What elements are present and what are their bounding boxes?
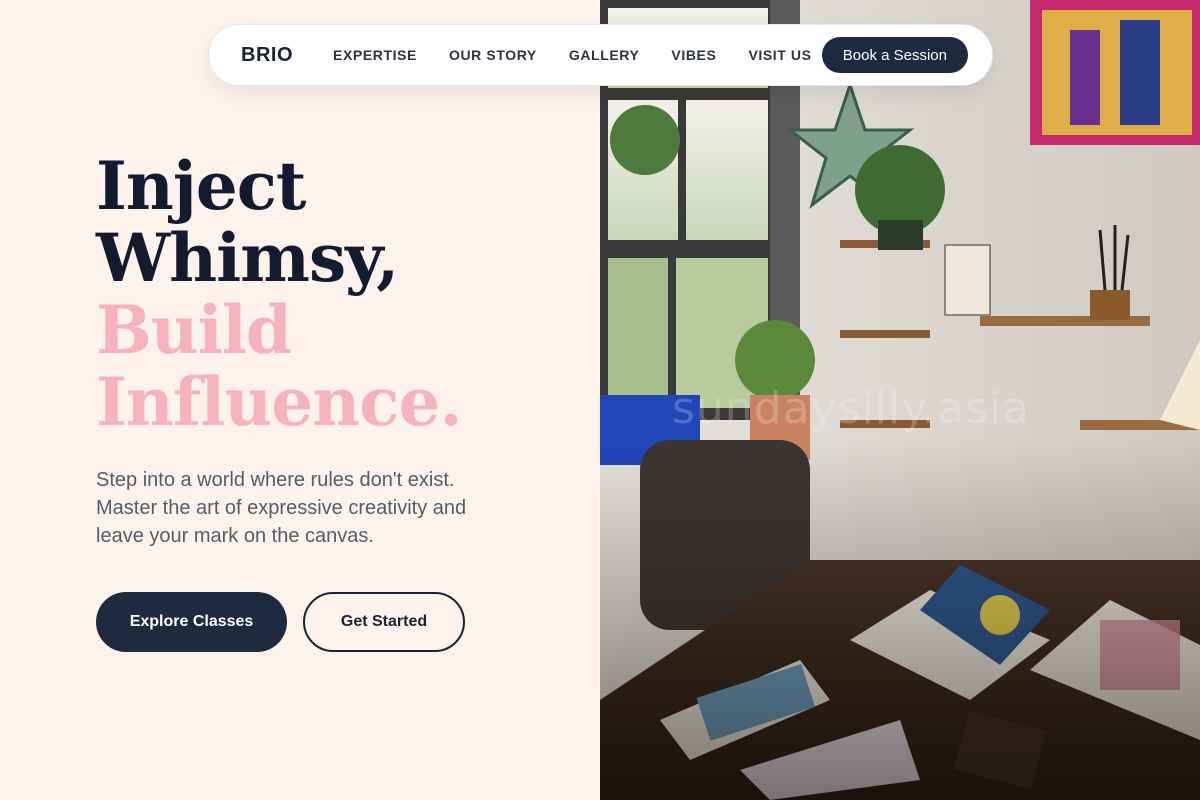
explore-classes-button[interactable]: Explore Classes [96,592,287,652]
nav-link-our-story[interactable]: OUR STORY [449,47,537,63]
nav-link-expertise[interactable]: EXPERTISE [333,47,417,63]
nav-link-visit-us[interactable]: VISIT US [748,47,811,63]
hero-actions: Explore Classes Get Started [96,592,576,652]
nav-link-gallery[interactable]: GALLERY [569,47,640,63]
nav-link-vibes[interactable]: VIBES [671,47,716,63]
headline-line-inject: Inject [96,147,306,225]
brand-logo[interactable]: BRIO [241,44,293,67]
hero-section: Inject Whimsy, Build Influence. Step int… [96,150,576,652]
headline-line-whimsy: Whimsy, [96,219,399,297]
book-session-button[interactable]: Book a Session [821,37,968,73]
headline-line-influence: Influence. [96,363,462,441]
nav-links: EXPERTISE OUR STORY GALLERY VIBES VISIT … [333,47,822,63]
headline-line-build: Build [96,291,292,369]
hero-photo [600,0,1200,800]
hero-subtext: Step into a world where rules don't exis… [96,469,467,547]
get-started-button[interactable]: Get Started [303,592,465,652]
top-navbar: BRIO EXPERTISE OUR STORY GALLERY VIBES V… [208,24,993,86]
hero-headline: Inject Whimsy, Build Influence. [96,150,576,438]
